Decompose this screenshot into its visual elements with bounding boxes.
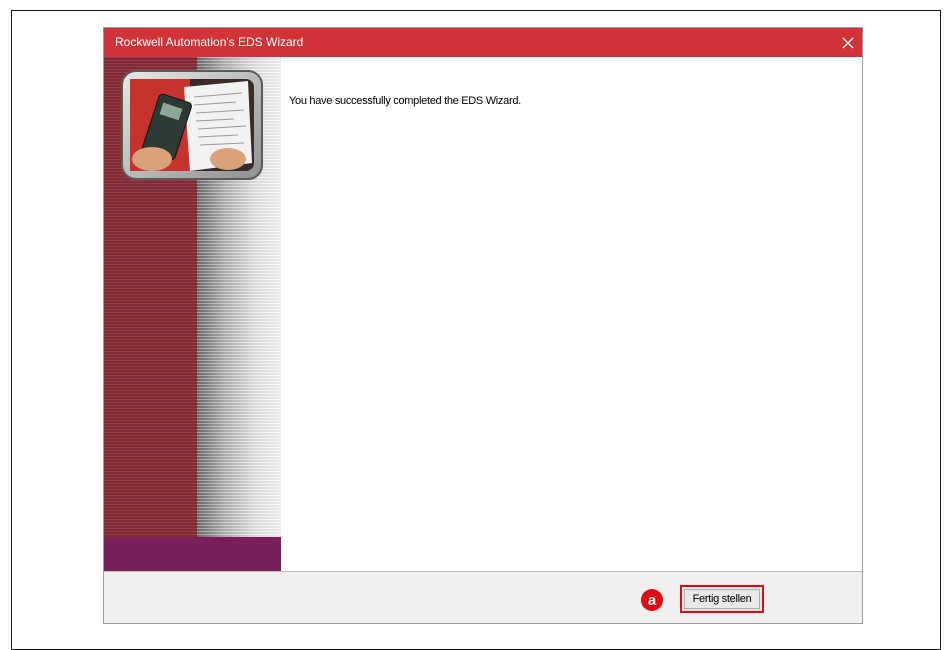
side-banner-footer <box>104 537 281 571</box>
wizard-button-bar: a Fertig stellen <box>104 571 862 623</box>
finish-button-border <box>684 589 760 609</box>
completion-message: You have successfully completed the EDS … <box>289 95 521 107</box>
close-icon <box>842 37 854 48</box>
hands-holding-device-and-documents-image <box>121 70 263 180</box>
wizard-content-area: You have successfully completed the EDS … <box>281 57 862 571</box>
wizard-side-banner <box>104 57 281 571</box>
annotation-marker: a <box>641 589 663 611</box>
close-button[interactable] <box>834 28 862 57</box>
window-title: Rockwell Automation's EDS Wizard <box>115 35 304 49</box>
finish-button[interactable]: Fertig stellen <box>680 585 764 613</box>
title-bar[interactable]: Rockwell Automation's EDS Wizard <box>104 28 862 57</box>
eds-wizard-window: Rockwell Automation's EDS Wizard You hav… <box>103 27 863 624</box>
